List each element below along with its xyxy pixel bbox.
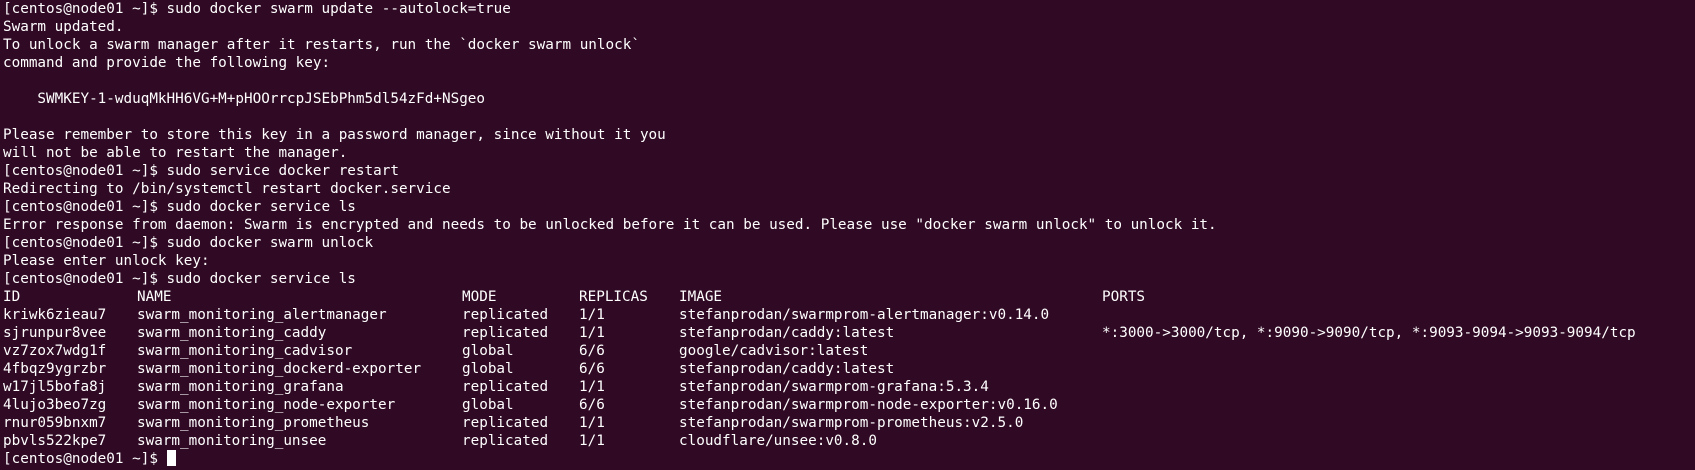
- service-mode: replicated: [462, 433, 549, 449]
- service-name: swarm_monitoring_alertmanager: [137, 307, 387, 323]
- header-id: ID: [3, 289, 21, 305]
- table-row: 4fbqz9ygrzbr swarm_monitoring_dockerd-exp…: [3, 360, 1695, 378]
- terminal-line: [centos@node01 ~]$ sudo docker service l…: [3, 199, 356, 215]
- text-cursor: [166, 450, 176, 466]
- service-mode: replicated: [462, 415, 549, 431]
- current-prompt-line[interactable]: [centos@node01 ~]$: [3, 450, 1695, 468]
- service-name: swarm_monitoring_grafana: [137, 379, 344, 395]
- table-row: rnur059bnxm7 swarm_monitoring_prometheus r…: [3, 414, 1695, 432]
- service-id: sjrunpur8vee: [3, 325, 107, 341]
- service-id: kriwk6zieau7: [3, 307, 107, 323]
- service-mode: global: [462, 397, 514, 413]
- service-image: cloudflare/unsee:v0.8.0: [679, 433, 877, 449]
- terminal-line: [centos@node01 ~]$ sudo docker swarm upd…: [3, 1, 511, 17]
- terminal-line: To unlock a swarm manager after it resta…: [3, 37, 640, 53]
- header-name: NAME: [137, 289, 172, 305]
- header-mode: MODE: [462, 289, 497, 305]
- terminal-output: [centos@node01 ~]$ sudo docker swarm upd…: [3, 0, 1695, 288]
- service-replicas: 1/1: [579, 379, 605, 395]
- service-replicas: 6/6: [579, 361, 605, 377]
- service-table: ID NAME MODE REPLICAS IMAGE PORTS kriwk6…: [3, 288, 1695, 450]
- header-replicas: REPLICAS: [579, 289, 648, 305]
- table-row: pbvls522kpe7 swarm_monitoring_unsee replic…: [3, 432, 1695, 450]
- service-image: stefanprodan/swarmprom-prometheus:v2.5.0: [679, 415, 1024, 431]
- service-image: stefanprodan/swarmprom-node-exporter:v0.…: [679, 397, 1058, 413]
- service-mode: global: [462, 343, 514, 359]
- service-mode: replicated: [462, 379, 549, 395]
- service-replicas: 6/6: [579, 397, 605, 413]
- service-id: 4fbqz9ygrzbr: [3, 361, 107, 377]
- terminal-line: Redirecting to /bin/systemctl restart do…: [3, 181, 451, 197]
- terminal-line: [centos@node01 ~]$ sudo service docker r…: [3, 163, 399, 179]
- table-row: vz7zox7wdg1f swarm_monitoring_cadvisor glo…: [3, 342, 1695, 360]
- service-image: google/cadvisor:latest: [679, 343, 869, 359]
- table-header-row: ID NAME MODE REPLICAS IMAGE PORTS: [3, 288, 1695, 306]
- service-name: swarm_monitoring_cadvisor: [137, 343, 353, 359]
- terminal-line: SWMKEY-1-wduqMkHH6VG+M+pHOOrrcpJSEbPhm5d…: [3, 91, 486, 107]
- table-row: kriwk6zieau7 swarm_monitoring_alertmanage…: [3, 306, 1695, 324]
- table-row: sjrunpur8vee swarm_monitoring_caddy replic…: [3, 324, 1695, 342]
- final-prompt: [centos@node01 ~]$: [3, 451, 167, 467]
- terminal-line: [centos@node01 ~]$ sudo docker swarm unl…: [3, 235, 374, 251]
- service-name: swarm_monitoring_caddy: [137, 325, 327, 341]
- terminal-line: command and provide the following key:: [3, 55, 331, 71]
- service-replicas: 1/1: [579, 433, 605, 449]
- service-id: rnur059bnxm7: [3, 415, 107, 431]
- service-name: swarm_monitoring_unsee: [137, 433, 327, 449]
- terminal-line: Please remember to store this key in a p…: [3, 127, 666, 143]
- terminal-line: Error response from daemon: Swarm is enc…: [3, 217, 1217, 233]
- terminal-line: Please enter unlock key:: [3, 253, 210, 269]
- service-replicas: 1/1: [579, 307, 605, 323]
- service-name: swarm_monitoring_prometheus: [137, 415, 370, 431]
- service-id: 4lujo3beo7zg: [3, 397, 107, 413]
- terminal-window[interactable]: [centos@node01 ~]$ sudo docker swarm upd…: [0, 0, 1695, 470]
- header-ports: PORTS: [1102, 289, 1146, 305]
- service-id: pbvls522kpe7: [3, 433, 107, 449]
- service-image: stefanprodan/swarmprom-grafana:5.3.4: [679, 379, 989, 395]
- terminal-line: [centos@node01 ~]$ sudo docker service l…: [3, 271, 356, 287]
- table-row: w17jl5bofa8j swarm_monitoring_grafana repl…: [3, 378, 1695, 396]
- service-ports: *:3000->3000/tcp, *:9090->9090/tcp, *:90…: [1102, 325, 1636, 341]
- service-name: swarm_monitoring_dockerd-exporter: [137, 361, 422, 377]
- table-row: 4lujo3beo7zg swarm_monitoring_node-export…: [3, 396, 1695, 414]
- terminal-line: Swarm updated.: [3, 19, 124, 35]
- service-image: stefanprodan/swarmprom-alertmanager:v0.1…: [679, 307, 1050, 323]
- service-image: stefanprodan/caddy:latest: [679, 361, 895, 377]
- service-image: stefanprodan/caddy:latest: [679, 325, 895, 341]
- table-body: kriwk6zieau7 swarm_monitoring_alertmanage…: [3, 306, 1695, 450]
- service-id: vz7zox7wdg1f: [3, 343, 107, 359]
- service-replicas: 1/1: [579, 415, 605, 431]
- service-replicas: 6/6: [579, 343, 605, 359]
- terminal-line: will not be able to restart the manager.: [3, 145, 348, 161]
- service-mode: replicated: [462, 325, 549, 341]
- service-name: swarm_monitoring_node-exporter: [137, 397, 396, 413]
- service-mode: replicated: [462, 307, 549, 323]
- header-image: IMAGE: [679, 289, 723, 305]
- service-id: w17jl5bofa8j: [3, 379, 107, 395]
- service-replicas: 1/1: [579, 325, 605, 341]
- service-mode: global: [462, 361, 514, 377]
